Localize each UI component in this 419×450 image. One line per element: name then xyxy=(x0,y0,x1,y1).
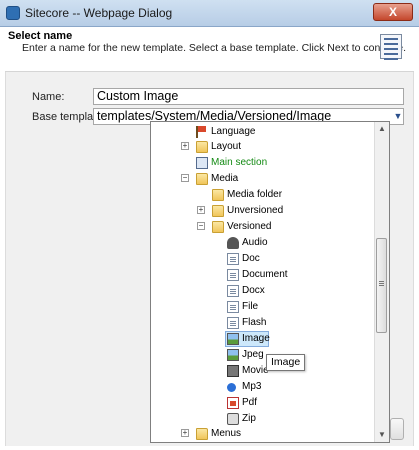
tree-item[interactable]: − Media xyxy=(151,171,373,187)
title-bar: Sitecore -- Webpage Dialog X xyxy=(0,0,419,27)
tree-item[interactable]: Jpeg xyxy=(151,347,373,363)
image-icon xyxy=(227,349,239,361)
tree-item-label: Unversioned xyxy=(227,205,284,216)
tree-item-label: Main section xyxy=(211,157,268,168)
document-icon xyxy=(227,253,239,265)
tree-item[interactable]: Media folder xyxy=(151,187,373,203)
collapse-icon[interactable]: − xyxy=(181,174,189,182)
tree-item[interactable]: Image xyxy=(151,331,373,347)
window-title: Sitecore -- Webpage Dialog xyxy=(25,6,173,20)
dropdown-arrow-icon[interactable]: ▼ xyxy=(392,110,404,122)
tree-scrollbar[interactable]: ▲ ▼ xyxy=(374,122,389,442)
music-note-icon xyxy=(227,383,236,392)
tree-item[interactable]: Zip xyxy=(151,411,373,427)
scroll-up-icon[interactable]: ▲ xyxy=(375,122,389,136)
tree-item[interactable]: File xyxy=(151,299,373,315)
name-label: Name: xyxy=(32,91,65,103)
document-icon xyxy=(227,301,239,313)
form-icon xyxy=(196,157,208,169)
folder-icon xyxy=(196,428,208,440)
header-title: Select name xyxy=(8,30,73,42)
tree-item-label: Pdf xyxy=(242,397,258,408)
zip-icon xyxy=(227,413,239,425)
folder-icon xyxy=(196,141,208,153)
tree-item[interactable]: Mp3 xyxy=(151,379,373,395)
dialog-header: Select name Enter a name for the new tem… xyxy=(5,27,414,72)
scroll-down-icon[interactable]: ▼ xyxy=(375,428,389,442)
tree-item-label: Image xyxy=(242,333,270,344)
document-icon xyxy=(227,269,239,281)
template-icon xyxy=(380,34,402,60)
speaker-icon xyxy=(227,237,239,249)
close-button[interactable]: X xyxy=(373,3,413,21)
tree-item-label: Layout xyxy=(211,141,242,152)
tree-item-label: Media folder xyxy=(227,189,283,200)
tree-item-label: Flash xyxy=(242,317,267,328)
expand-icon[interactable]: + xyxy=(197,206,205,214)
tree-item-label: Jpeg xyxy=(242,349,264,360)
tree-item-label: File xyxy=(242,301,259,312)
tree-item-label: Audio xyxy=(242,237,268,248)
tree-item[interactable]: Doc xyxy=(151,251,373,267)
tree-item[interactable]: Audio xyxy=(151,235,373,251)
scroll-thumb[interactable] xyxy=(376,238,387,333)
tree-item[interactable]: + Layout xyxy=(151,139,373,155)
browser-icon xyxy=(6,6,20,20)
tree-item-label: Language xyxy=(211,126,256,137)
template-tree[interactable]: Language + Layout Main section − Media Media f… xyxy=(150,121,390,443)
tree-item-label: Media xyxy=(211,173,239,184)
expand-icon[interactable]: + xyxy=(181,429,189,437)
tree-item[interactable]: Movie xyxy=(151,363,373,379)
header-description: Enter a name for the new template. Selec… xyxy=(22,42,407,54)
tree-item[interactable]: Docx xyxy=(151,283,373,299)
tree-item-label: Docx xyxy=(242,285,265,296)
name-input[interactable]: Custom Image xyxy=(93,88,404,105)
tree-item[interactable]: − Versioned xyxy=(151,219,373,235)
film-icon xyxy=(227,365,239,377)
folder-icon xyxy=(212,189,224,201)
tree-item[interactable]: + Unversioned xyxy=(151,203,373,219)
pdf-icon xyxy=(227,397,239,409)
footer-button[interactable] xyxy=(390,418,404,440)
tree-item-label: Doc xyxy=(242,253,260,264)
tree-item-label: Document xyxy=(242,269,288,280)
folder-icon xyxy=(212,205,224,217)
tree-item-label: Zip xyxy=(242,413,256,424)
tree-item[interactable]: Language xyxy=(151,124,373,140)
tree-item-label: Movie xyxy=(242,365,269,376)
tree-item[interactable]: Flash xyxy=(151,315,373,331)
tree-item[interactable]: + Menus xyxy=(151,426,373,442)
tooltip: Image xyxy=(266,354,306,371)
folder-icon xyxy=(196,173,208,185)
tree-item-label: Mp3 xyxy=(242,381,262,392)
tree-item-label: Versioned xyxy=(227,221,272,232)
document-icon xyxy=(227,285,239,297)
document-icon xyxy=(227,317,239,329)
expand-icon[interactable]: + xyxy=(181,142,189,150)
flag-icon xyxy=(196,126,208,138)
image-icon xyxy=(227,333,239,345)
tree-item[interactable]: Document xyxy=(151,267,373,283)
tree-item-label: Menus xyxy=(211,428,242,439)
tree-item[interactable]: Pdf xyxy=(151,395,373,411)
collapse-icon[interactable]: − xyxy=(197,222,205,230)
tree-item[interactable]: Main section xyxy=(151,155,373,171)
folder-icon xyxy=(212,221,224,233)
